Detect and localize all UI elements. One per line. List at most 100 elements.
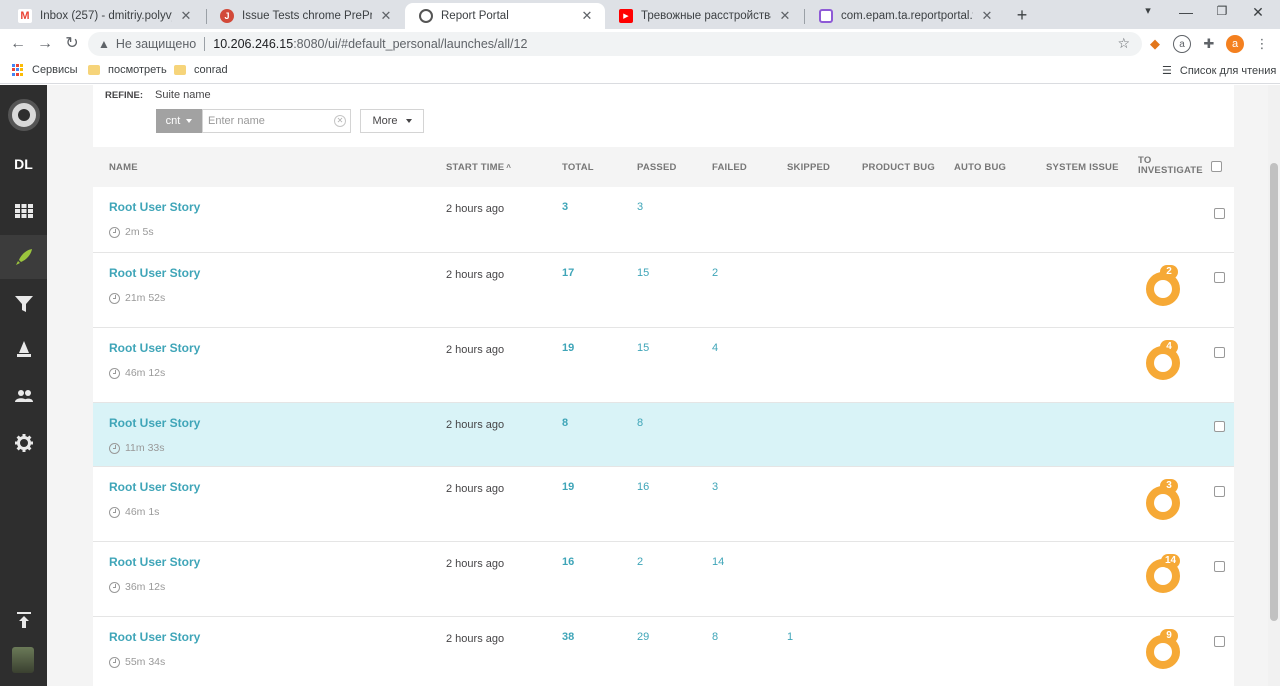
row-checkbox[interactable] [1214,636,1225,647]
sidebar-item-members[interactable] [0,374,47,418]
browser-tab-youtube[interactable]: ▶ Тревожные расстройства – бич ✕ [605,3,803,29]
clear-input-icon[interactable]: ✕ [334,115,346,127]
launch-name-link[interactable]: Root User Story [109,266,200,280]
launch-name-link[interactable]: Root User Story [109,200,200,214]
row-checkbox[interactable] [1214,561,1225,572]
failed-count[interactable]: 2 [712,267,718,279]
to-investigate-badge[interactable]: 3 [1160,479,1178,493]
table-row[interactable]: Root User Story 55m 34s 2 hours ago 38 2… [93,617,1234,686]
column-name[interactable]: NAME [109,162,138,173]
launch-name-link[interactable]: Root User Story [109,341,200,355]
failed-count[interactable]: 3 [712,481,718,493]
back-icon[interactable]: ← [8,34,28,54]
extensions-puzzle-icon[interactable]: ✚ [1200,35,1218,53]
column-product-bug[interactable]: PRODUCT BUG [862,162,935,173]
new-tab-button[interactable]: + [1012,5,1032,25]
total-count[interactable]: 19 [562,481,574,493]
bookmark-folder[interactable]: conrad [174,64,228,76]
suite-name-input[interactable]: Enter name ✕ [202,109,351,133]
project-selector[interactable]: DL [0,142,47,186]
failed-count[interactable]: 4 [712,342,718,354]
table-row[interactable]: Root User Story 21m 52s 2 hours ago 17 1… [93,253,1234,328]
column-start-time[interactable]: START TIME ^ [446,162,511,173]
table-row[interactable]: Root User Story 36m 12s 2 hours ago 16 2… [93,542,1234,617]
failed-count[interactable]: 14 [712,556,724,568]
launch-name-link[interactable]: Root User Story [109,416,200,430]
sidebar-item-settings[interactable] [0,421,47,465]
address-bar[interactable]: ▲ Не защищено 10.206.246.15 :8080/ui/#de… [88,32,1142,56]
row-checkbox[interactable] [1214,208,1225,219]
user-avatar[interactable] [12,647,34,673]
column-auto-bug[interactable]: AUTO BUG [954,162,1006,173]
more-filters-button[interactable]: More [360,109,424,133]
total-count[interactable]: 17 [562,267,574,279]
column-total[interactable]: TOTAL [562,162,594,173]
close-icon[interactable]: ✕ [979,8,995,24]
table-row[interactable]: Root User Story 2m 5s 2 hours ago 3 3 [93,187,1234,253]
to-investigate-badge[interactable]: 2 [1160,265,1178,279]
select-all-checkbox[interactable] [1211,161,1222,172]
row-checkbox[interactable] [1214,347,1225,358]
total-count[interactable]: 38 [562,631,574,643]
passed-count[interactable]: 3 [637,201,643,213]
close-icon[interactable]: ✕ [579,8,595,24]
total-count[interactable]: 8 [562,417,568,429]
sidebar-item-filters[interactable] [0,282,47,326]
row-checkbox[interactable] [1214,486,1225,497]
column-to-investigate[interactable]: TO INVESTIGATE [1138,156,1203,176]
passed-count[interactable]: 8 [637,417,643,429]
passed-count[interactable]: 15 [637,267,649,279]
table-row-highlighted[interactable]: Root User Story 11m 33s 2 hours ago 8 8 [93,403,1234,467]
row-checkbox[interactable] [1214,272,1225,283]
close-icon[interactable]: ✕ [777,8,793,24]
total-count[interactable]: 16 [562,556,574,568]
skipped-count[interactable]: 1 [787,631,793,643]
total-count[interactable]: 19 [562,342,574,354]
table-row[interactable]: Root User Story 46m 1s 2 hours ago 19 16… [93,467,1234,542]
passed-count[interactable]: 29 [637,631,649,643]
launch-name-link[interactable]: Root User Story [109,480,200,494]
browser-tab-report-portal[interactable]: Report Portal ✕ [405,3,605,29]
failed-count[interactable]: 8 [712,631,718,643]
minimize-icon[interactable]: — [1174,4,1198,20]
column-failed[interactable]: FAILED [712,162,747,173]
to-investigate-badge[interactable]: 9 [1160,629,1178,643]
scrollbar-thumb[interactable] [1270,163,1278,621]
to-investigate-badge[interactable]: 4 [1160,340,1178,354]
page-scrollbar[interactable] [1268,85,1280,686]
profile-avatar[interactable]: a [1226,35,1244,53]
total-count[interactable]: 3 [562,201,568,213]
column-system-issue[interactable]: SYSTEM ISSUE [1046,162,1119,173]
maximize-icon[interactable]: ❐ [1210,4,1234,18]
to-investigate-badge[interactable]: 14 [1161,554,1181,568]
bookmark-apps[interactable]: Сервисы [12,64,78,76]
report-portal-logo[interactable] [8,99,40,131]
scroll-to-top-button[interactable] [0,598,47,642]
close-icon[interactable]: ✕ [378,8,394,24]
column-skipped[interactable]: SKIPPED [787,162,830,173]
bookmark-star-icon[interactable]: ☆ [1117,35,1130,52]
launch-name-link[interactable]: Root User Story [109,555,200,569]
metamask-icon[interactable]: ◆ [1146,35,1164,53]
sidebar-item-debug[interactable] [0,327,47,371]
reading-list[interactable]: ☰ Список для чтения [1162,64,1276,78]
passed-count[interactable]: 16 [637,481,649,493]
passed-count[interactable]: 2 [637,556,643,568]
launch-name-link[interactable]: Root User Story [109,630,200,644]
browser-tab-gmail[interactable]: M Inbox (257) - dmitriy.polyvyan@e ✕ [4,3,204,29]
menu-dots-icon[interactable]: ⋮ [1253,35,1271,53]
forward-icon[interactable]: → [35,34,55,54]
condition-dropdown[interactable]: cnt [156,109,202,133]
column-passed[interactable]: PASSED [637,162,677,173]
window-close-icon[interactable]: ✕ [1246,4,1270,21]
passed-count[interactable]: 15 [637,342,649,354]
sidebar-item-dashboards[interactable] [0,189,47,233]
browser-tab-swagger[interactable]: com.epam.ta.reportportal.ws.mo ✕ [805,3,1005,29]
browser-tab-jenkins[interactable]: J Issue Tests chrome PreProd Jenki ✕ [206,3,404,29]
bookmark-folder[interactable]: посмотреть [88,64,167,76]
close-icon[interactable]: ✕ [178,8,194,24]
tab-search-icon[interactable]: ▾ [1136,4,1160,17]
extension-a-icon[interactable]: a [1173,35,1191,53]
table-row[interactable]: Root User Story 46m 12s 2 hours ago 19 1… [93,328,1234,403]
row-checkbox[interactable] [1214,421,1225,432]
